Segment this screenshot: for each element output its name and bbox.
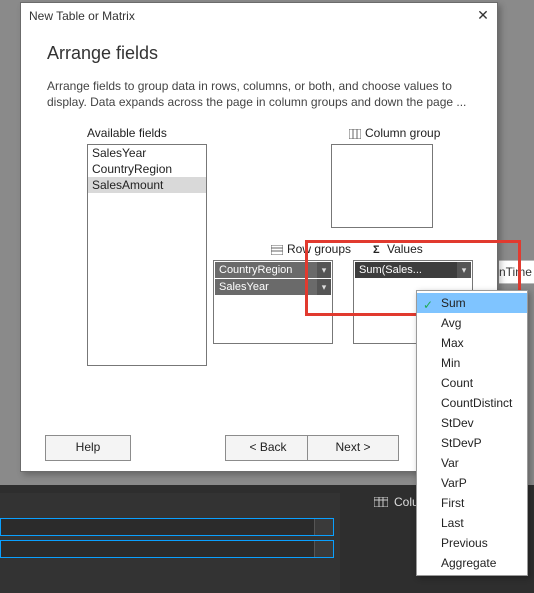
aggregate-menu-item[interactable]: Max xyxy=(417,333,527,353)
page-heading: Arrange fields xyxy=(47,43,497,64)
column-groups-dropzone[interactable] xyxy=(331,144,433,228)
aggregate-menu-item[interactable]: Avg xyxy=(417,313,527,333)
menu-item-label: VarP xyxy=(441,476,467,490)
column-groups-text: Column group xyxy=(365,126,440,140)
values-label: Σ Values xyxy=(373,242,423,256)
aggregate-menu-item[interactable]: Min xyxy=(417,353,527,373)
aggregate-menu-item[interactable]: StDevP xyxy=(417,433,527,453)
aggregate-menu[interactable]: ✓ Sum Avg Max Min Count CountDistinct St… xyxy=(416,290,528,576)
menu-item-label: StDevP xyxy=(441,436,482,450)
aggregate-menu-item[interactable]: Previous xyxy=(417,533,527,553)
menu-item-label: Aggregate xyxy=(441,556,496,570)
menu-item-label: Previous xyxy=(441,536,488,550)
value-chip[interactable]: Sum(Sales... ▾ xyxy=(355,262,471,278)
aggregate-menu-item[interactable]: ✓ Sum xyxy=(417,293,527,313)
available-field-item[interactable]: SalesYear xyxy=(88,145,206,161)
bg-field-row[interactable] xyxy=(0,540,334,558)
chevron-down-icon[interactable]: ▾ xyxy=(457,262,471,278)
help-button[interactable]: Help xyxy=(45,435,131,461)
available-fields-label: Available fields xyxy=(87,126,167,140)
values-text: Values xyxy=(387,242,423,256)
aggregate-menu-item[interactable]: CountDistinct xyxy=(417,393,527,413)
menu-item-label: Avg xyxy=(441,316,461,330)
menu-item-label: Last xyxy=(441,516,464,530)
back-button[interactable]: < Back xyxy=(225,435,311,461)
row-group-chip[interactable]: SalesYear ▾ xyxy=(215,279,331,295)
menu-item-label: First xyxy=(441,496,464,510)
row-groups-text: Row groups xyxy=(287,242,351,256)
page-description: Arrange fields to group data in rows, co… xyxy=(47,78,471,110)
close-button[interactable]: ✕ xyxy=(473,6,493,24)
aggregate-menu-item[interactable]: First xyxy=(417,493,527,513)
bg-field-row[interactable] xyxy=(0,518,334,536)
close-icon: ✕ xyxy=(477,7,489,23)
aggregate-menu-item[interactable]: Var xyxy=(417,453,527,473)
available-field-item[interactable]: CountryRegion xyxy=(88,161,206,177)
menu-item-label: Count xyxy=(441,376,473,390)
aggregate-menu-item[interactable]: Count xyxy=(417,373,527,393)
menu-item-label: Min xyxy=(441,356,460,370)
clipped-panel-text: nTime xyxy=(499,260,534,284)
table-icon xyxy=(349,129,361,139)
next-button[interactable]: Next > xyxy=(307,435,399,461)
sigma-icon: Σ xyxy=(373,244,380,256)
chevron-down-icon[interactable]: ▾ xyxy=(317,279,331,295)
column-groups-label: Column group xyxy=(349,126,440,140)
row-groups-label: Row groups xyxy=(271,242,351,256)
menu-item-label: Var xyxy=(441,456,459,470)
dialog-titlebar: New Table or Matrix ✕ xyxy=(21,3,497,29)
available-fields-list[interactable]: SalesYear CountryRegion SalesAmount xyxy=(87,144,207,366)
table-icon xyxy=(374,497,388,507)
chip-label: CountryRegion xyxy=(219,264,292,276)
row-groups-dropzone[interactable]: CountryRegion ▾ SalesYear ▾ xyxy=(213,260,333,344)
menu-item-label: Sum xyxy=(441,296,466,310)
menu-item-label: CountDistinct xyxy=(441,396,512,410)
menu-item-label: Max xyxy=(441,336,464,350)
table-icon xyxy=(271,245,283,255)
dialog-title: New Table or Matrix xyxy=(29,9,135,23)
available-field-item[interactable]: SalesAmount xyxy=(88,177,206,193)
aggregate-menu-item[interactable]: StDev xyxy=(417,413,527,433)
aggregate-menu-item[interactable]: Last xyxy=(417,513,527,533)
aggregate-menu-item[interactable]: Aggregate xyxy=(417,553,527,573)
chip-label: Sum(Sales... xyxy=(359,264,422,276)
row-group-chip[interactable]: CountryRegion ▾ xyxy=(215,262,331,278)
menu-item-label: StDev xyxy=(441,416,474,430)
aggregate-menu-item[interactable]: VarP xyxy=(417,473,527,493)
chevron-down-icon[interactable]: ▾ xyxy=(317,262,331,278)
chip-label: SalesYear xyxy=(219,281,269,293)
check-icon: ✓ xyxy=(423,295,433,315)
